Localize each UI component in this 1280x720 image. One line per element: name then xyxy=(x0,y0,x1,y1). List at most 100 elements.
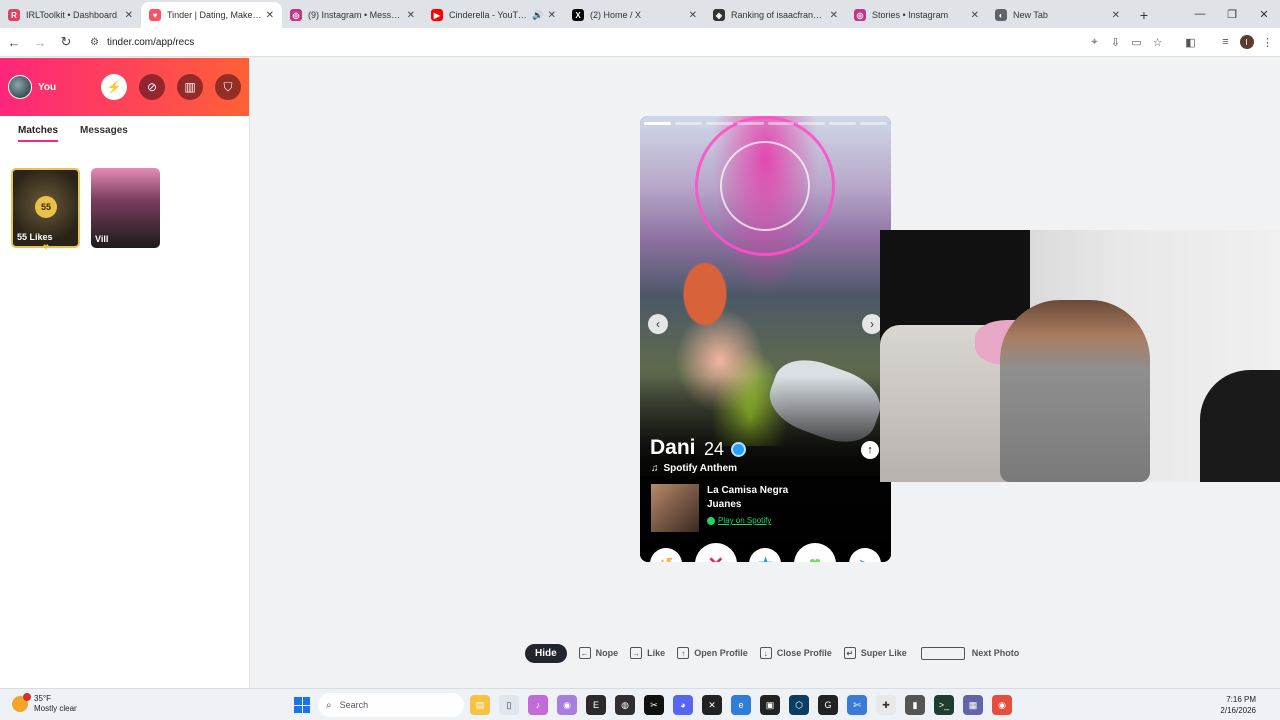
streamer-graphic xyxy=(1000,300,1150,482)
snip-icon[interactable]: ✄ xyxy=(847,695,867,715)
shortcut-label: Like xyxy=(647,648,666,658)
browser-tab[interactable]: ▶ Cinderella - YouTube 🔊 ✕ xyxy=(423,2,564,28)
terminal-icon[interactable]: >_ xyxy=(934,695,954,715)
tab-messages[interactable]: Messages xyxy=(80,125,128,142)
rewind-button[interactable]: ↺ xyxy=(650,548,683,562)
vape-icon[interactable]: ▮ xyxy=(905,695,925,715)
boost-icon[interactable]: ⚡ xyxy=(101,74,127,100)
reload-icon[interactable]: ↻ xyxy=(54,30,78,54)
media-controls-icon[interactable]: ≡ xyxy=(1215,31,1236,53)
tab-close-icon[interactable]: ✕ xyxy=(125,10,133,21)
shortcut-item: ↑ Open Profile xyxy=(677,647,748,659)
likes-count-badge: 55 xyxy=(35,196,57,218)
boost-button[interactable]: ➤ xyxy=(848,548,881,562)
hide-shortcuts-button[interactable]: Hide xyxy=(525,643,567,663)
album-art xyxy=(651,484,699,532)
music-note-icon: ♫ xyxy=(651,463,659,474)
obs-icon[interactable]: ◍ xyxy=(615,695,635,715)
browser-tab[interactable]: R IRLToolkit • Dashboard ✕ xyxy=(0,2,141,28)
previous-photo-arrow-icon[interactable]: ‹ xyxy=(648,314,668,334)
site-info-icon[interactable]: ⚙ xyxy=(90,37,99,48)
browser-tab[interactable]: ◎ (9) Instagram • Messages ✕ xyxy=(282,2,423,28)
shortcut-label: Open Profile xyxy=(694,648,748,658)
itunes-icon[interactable]: ♪ xyxy=(528,695,548,715)
profile-name: Dani xyxy=(650,436,696,459)
maximize-button[interactable]: ❐ xyxy=(1216,0,1248,28)
menu-kebab-icon[interactable]: ⋮ xyxy=(1257,31,1278,53)
location-icon[interactable]: ⌖ xyxy=(1084,31,1105,53)
browser-tab[interactable]: ◎ Stories • Instagram ✕ xyxy=(846,2,987,28)
nope-button[interactable]: ✕ xyxy=(694,543,737,562)
super-like-button[interactable]: ★ xyxy=(749,548,782,562)
chrome-icon[interactable]: ◉ xyxy=(992,695,1012,715)
gift-icon[interactable]: ▥ xyxy=(177,74,203,100)
weather-condition: Mostly clear xyxy=(34,704,77,713)
url-text: tinder.com/app/recs xyxy=(106,36,195,48)
profile-card[interactable]: ‹ › Dani 24 ↑ ♫ Spotify Anthem La Camisa… xyxy=(640,116,891,562)
matches-list: 55 55 Likes ♥ Vill xyxy=(0,142,249,274)
tab-close-icon[interactable]: ✕ xyxy=(689,10,697,21)
tab-audio-icon[interactable]: 🔊 xyxy=(532,10,543,21)
forward-arrow-icon[interactable]: → xyxy=(28,30,52,54)
g-hub-icon[interactable]: G xyxy=(818,695,838,715)
new-tab-button[interactable]: + xyxy=(1134,2,1154,28)
avatar[interactable] xyxy=(8,75,32,99)
tab-close-icon[interactable]: ✕ xyxy=(971,10,979,21)
discord-icon[interactable]: ◕ xyxy=(673,695,693,715)
photo-progress-segment xyxy=(674,122,702,125)
user-label[interactable]: You xyxy=(38,82,89,93)
tab-close-icon[interactable]: ✕ xyxy=(1112,10,1120,21)
tab-matches[interactable]: Matches xyxy=(18,125,59,142)
bookmark-star-icon[interactable]: ☆ xyxy=(1147,31,1168,53)
photo-progress-segment xyxy=(736,122,764,125)
tab-close-icon[interactable]: ✕ xyxy=(407,10,415,21)
epic-games-icon[interactable]: E xyxy=(586,695,606,715)
likes-card[interactable]: 55 55 Likes ♥ xyxy=(11,168,80,253)
tab-favicon-icon: ◎ xyxy=(854,9,866,21)
tab-close-icon[interactable]: ✕ xyxy=(266,10,274,21)
browser-tab[interactable]: ♥ Tinder | Dating, Make Frie ✕ xyxy=(141,2,282,28)
explore-icon[interactable]: ⊘ xyxy=(139,74,165,100)
tab-close-icon[interactable]: ✕ xyxy=(830,10,838,21)
back-arrow-icon[interactable]: ← xyxy=(2,30,26,54)
tab-title: Stories • Instagram xyxy=(872,10,949,20)
play-on-spotify-link[interactable]: Play on Spotify xyxy=(707,516,771,525)
capcut-icon[interactable]: ✂ xyxy=(644,695,664,715)
browser-tab[interactable]: X (2) Home / X ✕ xyxy=(564,2,705,28)
match-name: Vill xyxy=(95,234,109,244)
shortcut-label: Nope xyxy=(595,648,619,658)
like-button[interactable]: ♥ xyxy=(794,543,837,562)
match-card[interactable]: Vill xyxy=(91,168,160,248)
call-of-duty-icon[interactable]: ▣ xyxy=(760,695,780,715)
side-panel-icon[interactable]: ◧ xyxy=(1180,31,1201,53)
matches-sidebar: You ⚡ ⊘ ▥ ⛉ Matches Messages 55 55 Likes ♥ … xyxy=(0,58,250,688)
system-clock[interactable]: 7:16 PM 2/16/2026 xyxy=(1220,694,1256,716)
edge-icon[interactable]: e xyxy=(731,695,751,715)
payment-icon[interactable]: ▭ xyxy=(1126,31,1147,53)
xbox-icon[interactable]: ✕ xyxy=(702,695,722,715)
profile-button[interactable]: I xyxy=(1236,31,1257,53)
windows-taskbar: 35°F Mostly clear ⌕ Search ▤ ▯ ♪ ◉ E ◍ ✂ ◕ ✕ e ▣ ⬡ G… xyxy=(0,688,1280,720)
shortcut-label: Super Like xyxy=(860,648,907,658)
figma-icon[interactable]: ✚ xyxy=(876,695,896,715)
browser-tab[interactable]: ◐ New Tab ✕ xyxy=(987,2,1128,28)
minimize-button[interactable]: — xyxy=(1184,0,1216,28)
notepad-icon[interactable]: ▯ xyxy=(499,695,519,715)
teams-icon[interactable]: ▦ xyxy=(963,695,983,715)
open-profile-arrow-icon[interactable]: ↑ xyxy=(861,441,879,459)
weather-widget[interactable]: 35°F Mostly clear xyxy=(12,693,77,714)
tab-favicon-icon: ♥ xyxy=(149,9,161,21)
next-photo-arrow-icon[interactable]: › xyxy=(862,314,882,334)
file-explorer-icon[interactable]: ▤ xyxy=(470,695,490,715)
install-app-icon[interactable]: ⇩ xyxy=(1105,31,1126,53)
url-field[interactable]: ⚙ tinder.com/app/recs xyxy=(84,31,1084,53)
browser-tab[interactable]: ◈ Ranking of isaacfrancis | B ✕ xyxy=(705,2,846,28)
taskbar-search[interactable]: ⌕ Search xyxy=(318,693,464,717)
shield-icon[interactable]: ⛉ xyxy=(215,74,241,100)
windows-start-icon[interactable] xyxy=(294,697,310,713)
controller-icon[interactable]: ◉ xyxy=(557,695,577,715)
tab-favicon-icon: ◐ xyxy=(995,9,1007,21)
close-window-button[interactable]: ✕ xyxy=(1248,0,1280,28)
tab-close-icon[interactable]: ✕ xyxy=(548,10,556,21)
battlenet-icon[interactable]: ⬡ xyxy=(789,695,809,715)
